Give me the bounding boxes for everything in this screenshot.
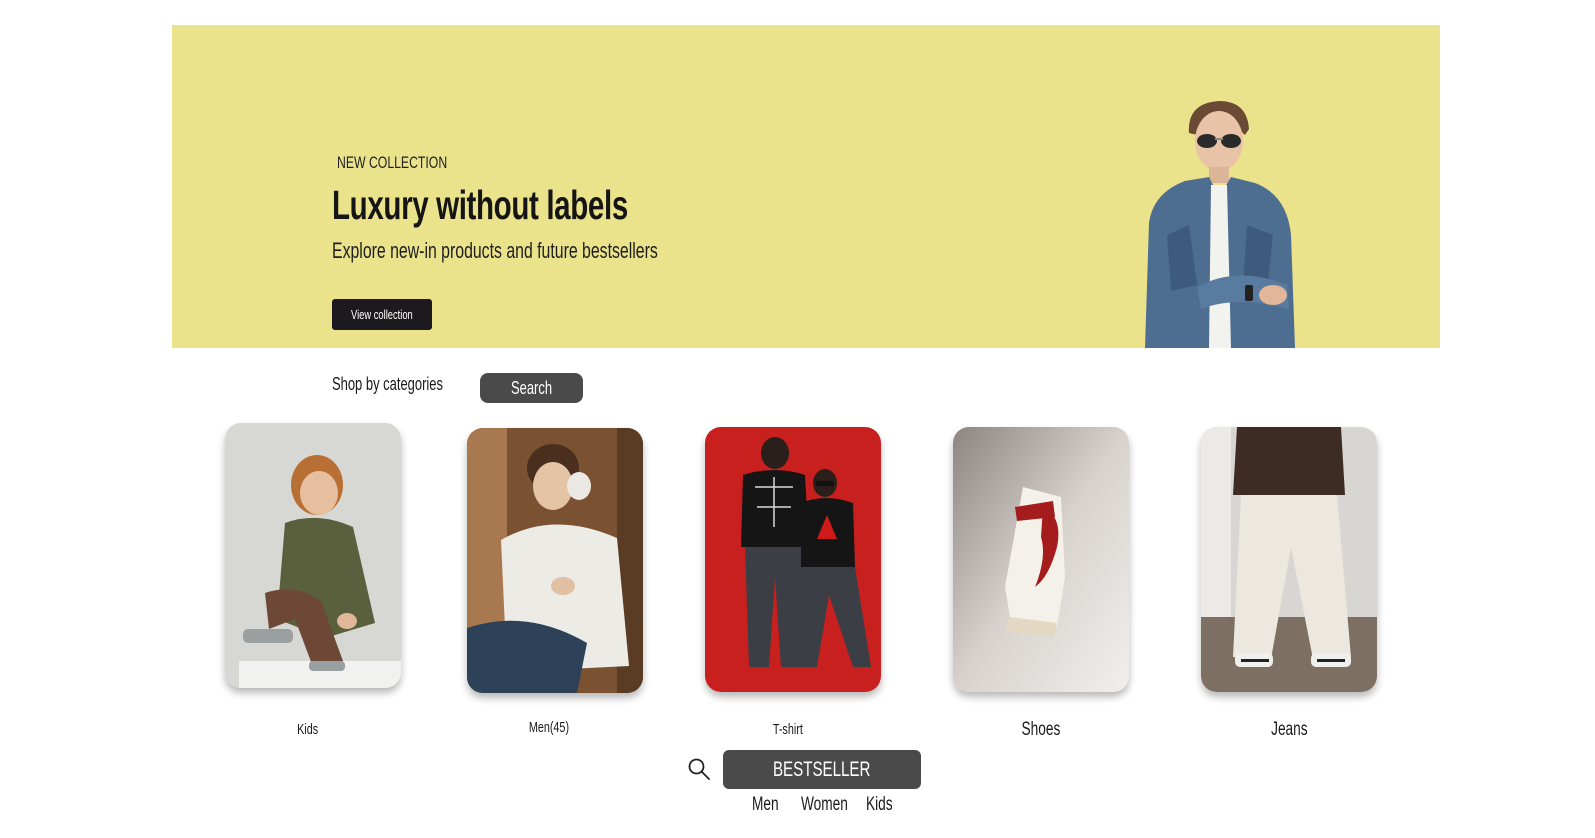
category-card-jeans[interactable] <box>1201 427 1377 692</box>
couple-in-spider-tees-photo <box>705 427 881 692</box>
category-card-tshirt[interactable] <box>705 427 881 692</box>
hero-title: Luxury without labels <box>332 182 628 228</box>
shop-by-categories-heading: Shop by categories <box>332 374 443 394</box>
teen-in-fleece-hoodie-photo <box>467 428 643 693</box>
white-wide-jeans-photo <box>1201 427 1377 692</box>
category-label-kids: Kids <box>297 721 319 738</box>
category-card-men[interactable] <box>467 428 643 693</box>
category-card-shoes[interactable] <box>953 427 1129 692</box>
hero-eyebrow: NEW COLLECTION <box>337 153 448 172</box>
hero-model-image <box>1145 101 1295 348</box>
bottom-nav-men[interactable]: Men <box>752 794 789 816</box>
bottom-nav-women[interactable]: Women <box>801 794 866 816</box>
category-label-tshirt: T-shirt <box>772 721 803 738</box>
category-label-jeans: Jeans <box>1270 719 1308 740</box>
category-label-men: Men(45) <box>528 719 570 736</box>
kid-in-olive-jacket-photo <box>225 423 401 688</box>
hero-banner: NEW COLLECTION Luxury without labels Exp… <box>172 25 1440 348</box>
bottom-nav-kids[interactable]: Kids <box>866 794 903 816</box>
hero-subtitle: Explore new-in products and future bests… <box>332 238 658 263</box>
category-card-kids[interactable] <box>225 423 401 688</box>
view-collection-button[interactable]: View collection <box>332 299 432 330</box>
bestseller-button[interactable]: BESTSELLER <box>723 750 921 789</box>
search-button[interactable]: Search <box>480 373 583 403</box>
search-icon[interactable] <box>687 757 711 781</box>
white-red-sneaker-photo <box>953 427 1129 692</box>
category-label-shoes: Shoes <box>1021 719 1061 740</box>
